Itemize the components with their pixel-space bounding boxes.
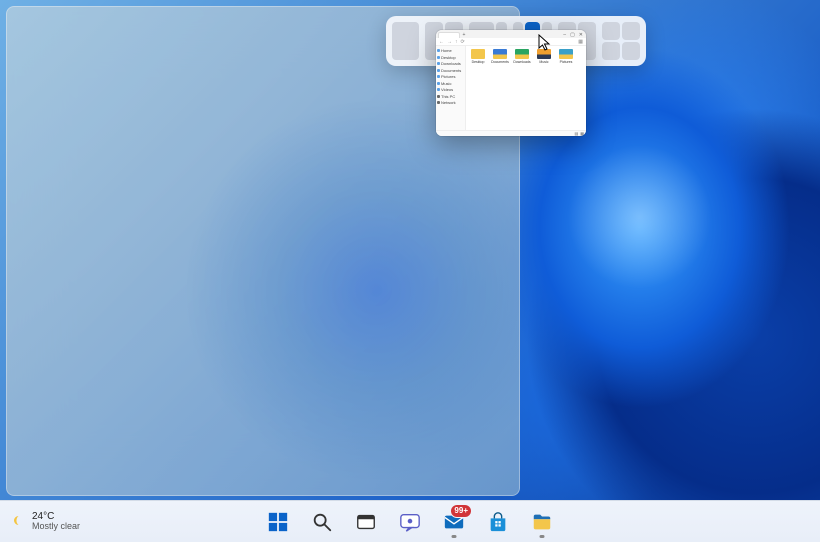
nav-item-icon	[437, 56, 440, 59]
nav-item-icon	[437, 75, 440, 78]
folder-label: Documents	[491, 60, 509, 64]
new-tab-button[interactable]: +	[461, 32, 467, 38]
nav-item-icon	[437, 82, 440, 85]
taskbar: 24°C Mostly clear	[0, 500, 820, 542]
folder-item[interactable]: Pictures	[557, 49, 575, 64]
folder-label: Desktop	[469, 60, 487, 64]
maximize-icon[interactable]: ▢	[570, 32, 575, 38]
folder-icon	[537, 49, 551, 59]
snap-layout-grid[interactable]	[602, 22, 640, 60]
nav-item[interactable]: Videos	[437, 87, 464, 92]
snap-layout-single[interactable]	[392, 22, 419, 60]
folder-item[interactable]: Desktop	[469, 49, 487, 64]
folder-icon	[471, 49, 485, 59]
taskbar-center: 99+	[260, 504, 560, 540]
snap-cell[interactable]	[392, 22, 419, 60]
nav-item-label: Documents	[441, 68, 461, 73]
nav-item-icon	[437, 88, 440, 91]
weather-icon	[8, 513, 26, 531]
folder-label: Downloads	[513, 60, 531, 64]
file-explorer-icon	[531, 511, 553, 533]
start-button[interactable]	[260, 504, 296, 540]
nav-item[interactable]: Home	[437, 48, 464, 53]
folder-icon	[515, 49, 529, 59]
nav-item-icon	[437, 62, 440, 65]
nav-item-icon	[437, 69, 440, 72]
nav-item[interactable]: This PC	[437, 94, 464, 99]
task-view-button[interactable]	[348, 504, 384, 540]
nav-item[interactable]: Network	[437, 100, 464, 105]
close-icon[interactable]: ✕	[579, 32, 583, 38]
store-icon	[487, 511, 509, 533]
nav-item-label: Home	[441, 48, 452, 53]
nav-item[interactable]: Downloads	[437, 61, 464, 66]
nav-item[interactable]: Desktop	[437, 55, 464, 60]
up-icon[interactable]: ↑	[455, 39, 458, 45]
explorer-toolbar: ← → ↑ ⟳ ▦	[436, 38, 586, 46]
snap-cell[interactable]	[622, 42, 640, 60]
refresh-icon[interactable]: ⟳	[461, 39, 465, 45]
back-icon[interactable]: ←	[439, 39, 444, 45]
explorer-content[interactable]: Desktop Documents Downloads Music Pictures	[466, 46, 586, 130]
windows-logo-icon	[267, 511, 289, 533]
snap-cell[interactable]	[622, 22, 640, 40]
nav-item-icon	[437, 101, 440, 104]
chat-icon	[399, 511, 421, 533]
nav-item[interactable]: Documents	[437, 68, 464, 73]
nav-item-label: Downloads	[441, 61, 461, 66]
explorer-nav-pane[interactable]: Home DesktopDownloads DocumentsPictures Mus…	[436, 46, 466, 130]
explorer-tabstrip: + – ▢ ✕	[436, 30, 586, 38]
explorer-status-bar: ▤ ▦	[436, 130, 586, 136]
chat-button[interactable]	[392, 504, 428, 540]
nav-item-label: Network	[441, 100, 456, 105]
nav-item-label: Music	[441, 81, 451, 86]
weather-condition: Mostly clear	[32, 522, 80, 532]
folder-item[interactable]: Documents	[491, 49, 509, 64]
view-icon[interactable]: ▦	[578, 39, 583, 45]
taskbar-weather-widget[interactable]: 24°C Mostly clear	[8, 501, 80, 542]
folder-icon	[559, 49, 573, 59]
running-indicator	[540, 535, 545, 538]
nav-item-label: Desktop	[441, 55, 456, 60]
file-explorer-button[interactable]	[524, 504, 560, 540]
nav-item[interactable]: Music	[437, 81, 464, 86]
folder-item[interactable]: Music	[535, 49, 553, 64]
folder-label: Pictures	[557, 60, 575, 64]
forward-icon[interactable]: →	[447, 39, 452, 45]
store-button[interactable]	[480, 504, 516, 540]
nav-item-label: Videos	[441, 87, 453, 92]
folder-label: Music	[535, 60, 553, 64]
nav-item[interactable]: Pictures	[437, 74, 464, 79]
nav-item-label: Pictures	[441, 74, 455, 79]
folder-item[interactable]: Downloads	[513, 49, 531, 64]
details-view-icon[interactable]: ▤	[574, 131, 578, 136]
explorer-tab[interactable]	[438, 32, 460, 38]
nav-item-label: This PC	[441, 94, 455, 99]
snap-cell[interactable]	[602, 42, 620, 60]
file-explorer-window[interactable]: + – ▢ ✕ ← → ↑ ⟳ ▦ HomeDesktopDownloadsDo…	[436, 30, 586, 136]
task-view-icon	[355, 511, 377, 533]
mail-button[interactable]: 99+	[436, 504, 472, 540]
snap-cell[interactable]	[602, 22, 620, 40]
minimize-icon[interactable]: –	[563, 32, 566, 38]
search-icon	[311, 511, 333, 533]
folder-icon	[493, 49, 507, 59]
mail-badge: 99+	[450, 504, 472, 518]
nav-item-icon	[437, 95, 440, 98]
search-button[interactable]	[304, 504, 340, 540]
nav-item-icon	[437, 49, 440, 52]
running-indicator	[452, 535, 457, 538]
